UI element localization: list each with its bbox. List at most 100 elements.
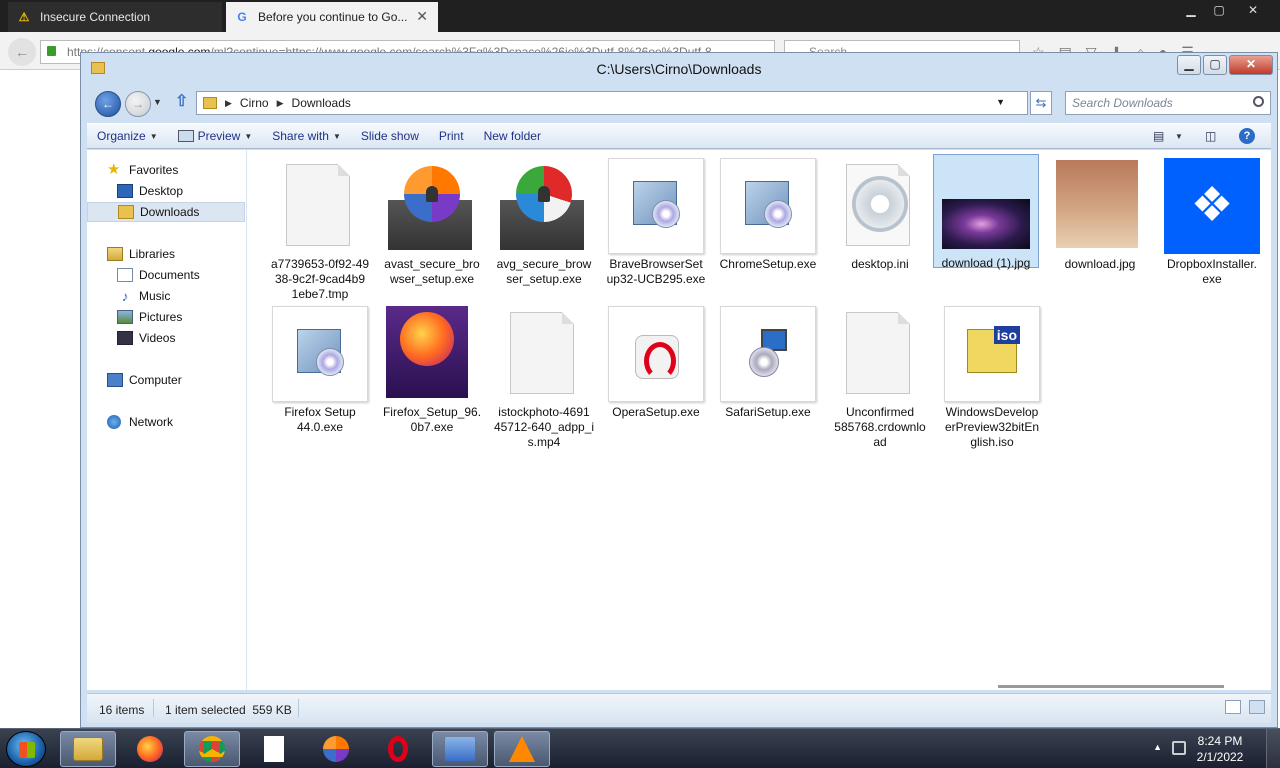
browser-tab-insecure[interactable]: ⚠ Insecure Connection — [8, 2, 222, 32]
browser-tab-google[interactable]: G Before you continue to Go... ✕ — [226, 2, 438, 32]
file-item[interactable]: iso WindowsDevelop erPreview32bitEn glish.… — [939, 304, 1045, 450]
file-name-line: avg_secure_brow — [496, 257, 592, 271]
file-item[interactable]: Firefox_Setup_96. 0b7.exe — [379, 304, 485, 435]
breadcrumb-downloads[interactable]: Downloads — [292, 96, 351, 110]
explorer-taskbar-button[interactable] — [60, 731, 116, 767]
settings-file-icon — [832, 158, 928, 254]
file-item[interactable]: avg_secure_brow ser_setup.exe — [491, 156, 597, 287]
nav-libraries[interactable]: Libraries — [87, 244, 245, 264]
nav-pictures[interactable]: Pictures — [87, 307, 245, 327]
search-icon — [1253, 96, 1264, 107]
file-item[interactable]: ❖ DropboxInstaller. exe — [1159, 156, 1265, 287]
network-status-icon[interactable] — [1172, 741, 1186, 755]
browser-maximize-button[interactable]: ▢ — [1204, 0, 1234, 20]
address-bar[interactable]: ▶ Cirno ▶ Downloads ▼ — [196, 91, 1028, 115]
help-button[interactable]: ? — [1239, 128, 1255, 144]
network-icon — [107, 415, 121, 429]
chevron-right-icon[interactable]: ▶ — [225, 98, 232, 109]
large-icons-view-icon[interactable] — [1249, 700, 1265, 714]
file-item[interactable]: istockphoto-4691 45712-640_adpp_i s.mp4 — [491, 304, 597, 450]
organize-button[interactable]: Organize ▼ — [87, 124, 168, 148]
file-name: Unconfirmed 585768.crdownlo ad — [827, 405, 933, 450]
show-hidden-icons[interactable]: ▲ — [1153, 742, 1162, 752]
print-button[interactable]: Print — [429, 124, 474, 148]
slide-show-button[interactable]: Slide show — [351, 124, 429, 148]
nav-downloads[interactable]: Downloads — [87, 202, 245, 222]
explorer-content: ★ Favorites Desktop Downloads Libraries D… — [87, 150, 1271, 690]
nav-network[interactable]: Network — [87, 412, 245, 432]
preview-pane-icon[interactable]: ◫ — [1205, 129, 1216, 143]
chevron-down-icon: ▼ — [244, 131, 253, 141]
nav-computer[interactable]: Computer — [87, 370, 245, 390]
browser-back-button[interactable]: ← — [8, 38, 36, 66]
breadcrumb-cirno[interactable]: Cirno — [240, 96, 269, 110]
file-taskbar-button[interactable] — [246, 731, 302, 767]
file-item-selected[interactable]: download (1).jpg — [933, 154, 1039, 270]
avg-secure-browser-icon — [496, 158, 592, 254]
libraries-icon — [107, 247, 123, 261]
minimize-button[interactable]: ▁ — [1177, 55, 1201, 75]
firefox-taskbar-button[interactable] — [122, 731, 178, 767]
change-view-icon[interactable]: ▤ — [1153, 129, 1164, 143]
file-name-line: OperaSetup.exe — [612, 405, 700, 419]
dropbox-icon: ❖ — [1164, 158, 1260, 254]
start-button[interactable] — [6, 731, 46, 767]
file-item[interactable]: SafariSetup.exe — [715, 304, 821, 420]
close-button[interactable]: ✕ — [1229, 55, 1273, 75]
search-downloads-input[interactable]: Search Downloads — [1065, 91, 1271, 115]
file-name-line: Firefox_Setup_96. — [382, 405, 482, 419]
nav-music[interactable]: ♪ Music — [87, 286, 245, 306]
star-icon: ★ — [107, 161, 121, 178]
back-button[interactable]: ← — [95, 91, 121, 117]
tab-label: Before you continue to Go... — [258, 10, 408, 24]
recent-pages-dropdown[interactable]: ▼ — [153, 97, 162, 107]
browser-minimize-button[interactable]: ▁ — [1176, 0, 1206, 20]
file-item[interactable]: OperaSetup.exe — [603, 304, 709, 420]
share-with-button[interactable]: Share with ▼ — [262, 124, 351, 148]
new-folder-button[interactable]: New folder — [474, 124, 551, 148]
clock[interactable]: 8:24 PM 2/1/2022 — [1190, 733, 1250, 765]
nav-videos[interactable]: Videos — [87, 328, 245, 348]
chrome-taskbar-button[interactable] — [184, 731, 240, 767]
file-name-line: Firefox Setup — [284, 405, 356, 419]
file-name-line: 45712-640_adpp_i — [493, 420, 595, 434]
file-name-line: WindowsDevelop — [945, 405, 1039, 419]
nav-favorites[interactable]: ★ Favorites — [87, 160, 245, 180]
file-item[interactable]: download.jpg — [1047, 156, 1153, 272]
warning-icon: ⚠ — [18, 10, 30, 24]
file-item[interactable]: BraveBrowserSet up32-UCB295.exe — [603, 156, 709, 287]
google-icon: G — [237, 10, 247, 24]
chevron-right-icon[interactable]: ▶ — [277, 98, 284, 109]
refresh-button[interactable]: ⇆ — [1030, 91, 1052, 115]
explorer-titlebar[interactable]: C:\Users\Cirno\Downloads ▁ ▢ ✕ — [81, 53, 1277, 83]
opera-taskbar-button[interactable] — [370, 731, 426, 767]
file-name: download.jpg — [1047, 257, 1153, 272]
file-item[interactable]: Firefox Setup 44.0.exe — [267, 304, 373, 435]
details-view-icon[interactable] — [1225, 700, 1241, 714]
file-item[interactable]: desktop.ini — [827, 156, 933, 272]
forward-button[interactable]: → — [125, 91, 151, 117]
preview-button[interactable]: Preview ▼ — [168, 124, 263, 148]
file-item[interactable]: ChromeSetup.exe — [715, 156, 821, 272]
preview-label: Preview — [197, 129, 241, 143]
up-arrow-icon[interactable]: ⇧ — [175, 94, 188, 110]
control-panel-taskbar-button[interactable] — [432, 731, 488, 767]
close-tab-icon[interactable]: ✕ — [416, 8, 428, 25]
file-item[interactable]: avast_secure_bro wser_setup.exe — [379, 156, 485, 287]
view-dropdown-icon[interactable]: ▼ — [1175, 132, 1183, 141]
show-desktop-button[interactable] — [1266, 729, 1280, 768]
opera-icon — [388, 736, 408, 762]
file-item[interactable]: a7739653-0f92-49 38-9c2f-9cad4b9 1ebe7.tmp — [267, 156, 373, 302]
address-dropdown-icon[interactable]: ▼ — [996, 97, 1005, 107]
file-item[interactable]: Unconfirmed 585768.crdownlo ad — [827, 304, 933, 450]
file-name-line: s.mp4 — [527, 435, 561, 449]
avast-taskbar-button[interactable] — [308, 731, 364, 767]
maximize-button[interactable]: ▢ — [1203, 55, 1227, 75]
vlc-taskbar-button[interactable] — [494, 731, 550, 767]
nav-documents[interactable]: Documents — [87, 265, 245, 285]
nav-label: Libraries — [129, 247, 176, 261]
file-name: OperaSetup.exe — [603, 405, 709, 420]
browser-close-button[interactable]: ✕ — [1238, 0, 1268, 20]
avast-icon — [323, 736, 349, 762]
nav-desktop[interactable]: Desktop — [87, 181, 245, 201]
